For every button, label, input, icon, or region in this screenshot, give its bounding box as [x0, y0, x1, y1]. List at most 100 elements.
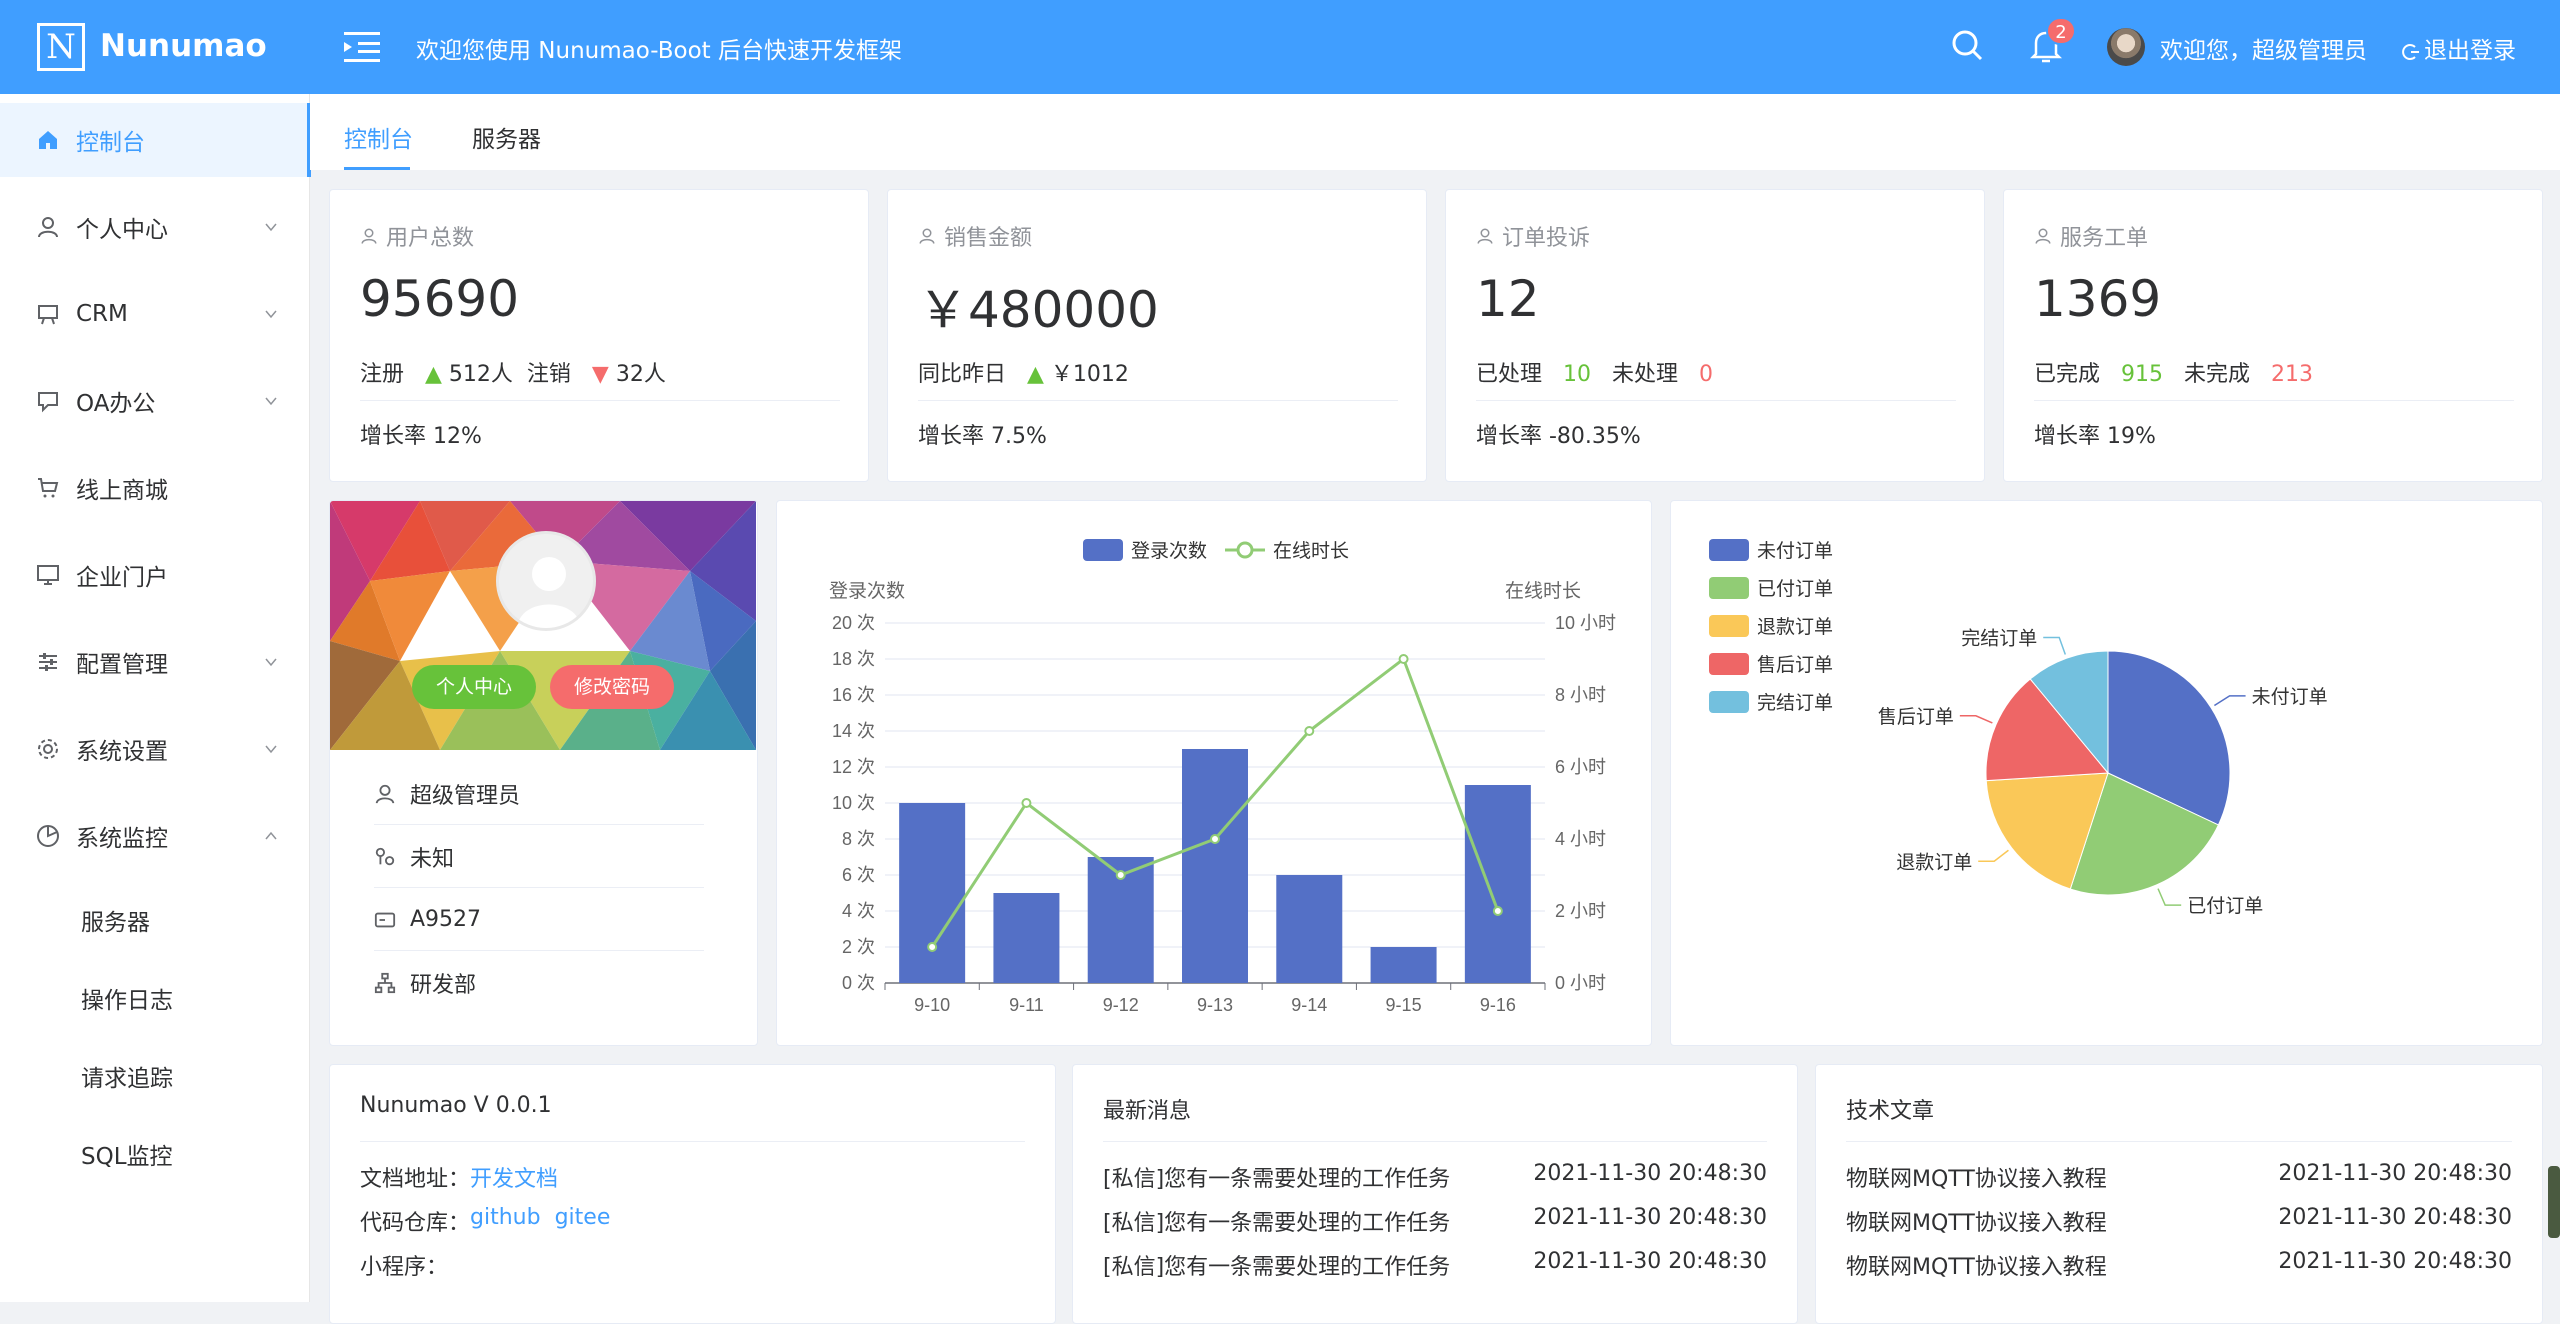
legend-line-marker — [1236, 541, 1254, 559]
gitee-link[interactable]: gitee — [555, 1205, 611, 1237]
tab-active-indicator — [344, 167, 410, 170]
line-point-9-15 — [1398, 654, 1409, 664]
tab-server[interactable]: 服务器 — [472, 120, 541, 154]
stat-rate: 增长率 12% — [360, 424, 482, 449]
stat-detail: 已完成 915 未完成 213 — [2034, 356, 2313, 388]
legend-bar-swatch — [1083, 539, 1123, 561]
article-row[interactable]: 物联网MQTT协议接入教程 2021-11-30 20:48:30 — [1846, 1161, 2512, 1193]
stat-a-value: 512人 — [448, 362, 513, 387]
repo-label: 代码仓库： — [360, 1211, 471, 1236]
gear-icon — [38, 739, 58, 759]
sidebar-item-dashboard[interactable]: 控制台 — [0, 103, 311, 177]
line-point-9-10 — [927, 942, 938, 952]
sidebar-item-config[interactable]: 配置管理 — [0, 625, 310, 699]
org-chart-icon — [374, 972, 396, 994]
change-password-button[interactable]: 修改密码 — [550, 665, 674, 709]
stat-label: 订单投诉 — [1476, 220, 1590, 252]
top-header: N Nunumao 欢迎您使用 Nunumao-Boot 后台快速开发框架 2 … — [0, 0, 2560, 94]
article-row[interactable]: 物联网MQTT协议接入教程 2021-11-30 20:48:30 — [1846, 1249, 2512, 1281]
leader-line — [2213, 695, 2246, 707]
home-icon — [39, 131, 57, 149]
logout-button[interactable]: 退出登录 — [2402, 31, 2516, 65]
profile-center-button[interactable]: 个人中心 — [412, 665, 536, 709]
legend-line-label: 在线时长 — [1273, 540, 1349, 562]
article-row[interactable]: 物联网MQTT协议接入教程 2021-11-30 20:48:30 — [1846, 1205, 2512, 1237]
stat-rate: 增长率 19% — [2034, 424, 2156, 449]
sidebar-item-portal[interactable]: 企业门户 — [0, 538, 310, 612]
y2-tick-label: 4 小时 — [1555, 829, 1606, 849]
sidebar-subitem-oplog[interactable]: 操作日志 — [0, 963, 310, 1033]
profile-avatar[interactable] — [496, 531, 596, 631]
stat-card-workorders: 服务工单 1369 已完成 915 未完成 213 增长率 19% — [2003, 189, 2543, 482]
chevron-down-icon — [265, 310, 277, 319]
menu-toggle-icon[interactable] — [344, 30, 386, 64]
legend-label-售后订单: 售后订单 — [1757, 654, 1833, 676]
articles-card: 技术文章 物联网MQTT协议接入教程 2021-11-30 20:48:30 物联… — [1815, 1064, 2543, 1324]
line-point-9-16 — [1492, 906, 1503, 916]
news-row[interactable]: [私信]您有一条需要处理的工作任务 2021-11-30 20:48:30 — [1103, 1205, 1767, 1237]
stat-a-label: 已处理 — [1476, 362, 1543, 387]
sidebar-item-settings[interactable]: 系统设置 — [0, 712, 310, 786]
y-tick-label: 4 次 — [842, 901, 875, 921]
stat-rate: 增长率 7.5% — [918, 424, 1047, 449]
legend-bar-label: 登录次数 — [1131, 540, 1207, 562]
divider — [360, 1141, 1025, 1142]
y2-axis-label: 在线时长 — [1505, 580, 1581, 602]
y-tick-label: 18 次 — [832, 649, 875, 669]
user-welcome[interactable]: 欢迎您，超级管理员 — [2160, 31, 2367, 65]
tab-dashboard[interactable]: 控制台 — [344, 120, 413, 154]
stat-label-text: 销售金额 — [944, 226, 1033, 251]
news-row[interactable]: [私信]您有一条需要处理的工作任务 2021-11-30 20:48:30 — [1103, 1249, 1767, 1281]
sidebar-subitem-sql[interactable]: SQL监控 — [0, 1119, 310, 1189]
board-icon — [38, 305, 58, 325]
y-tick-label: 6 次 — [842, 865, 875, 885]
pie-icon — [37, 825, 59, 847]
stat-b-label: 未处理 — [1611, 362, 1678, 387]
chevron-down-icon — [265, 745, 277, 754]
stat-detail: 已处理 10 未处理 0 — [1476, 356, 1713, 388]
stat-value: ￥480000 — [918, 281, 1159, 339]
scrollbar-handle[interactable] — [2548, 1166, 2560, 1238]
y-tick-label: 14 次 — [832, 721, 875, 741]
bar-9-14 — [1276, 875, 1343, 983]
search-icon[interactable] — [1950, 28, 1984, 62]
bar-9-16 — [1464, 785, 1531, 983]
bar-9-10 — [899, 803, 966, 983]
stat-a-label: 同比昨日 — [918, 362, 1007, 387]
logo-letter: N — [46, 27, 76, 67]
sidebar-item-profile[interactable]: 个人中心 — [0, 190, 310, 264]
tab-bar: 控制台 服务器 — [310, 94, 2560, 170]
y2-tick-label: 10 小时 — [1555, 613, 1616, 633]
sidebar-item-label: 配置管理 — [76, 652, 168, 678]
legend-swatch-未付订单 — [1709, 539, 1749, 561]
cart-icon — [38, 478, 59, 498]
sidebar-item-label: 个人中心 — [76, 217, 168, 243]
bar-9-11 — [993, 893, 1060, 983]
x-tick-label: 9-13 — [1197, 995, 1233, 1015]
news-time: 2021-11-30 20:48:30 — [1533, 1205, 1767, 1230]
avatar[interactable] — [2107, 28, 2145, 66]
y-tick-label: 2 次 — [842, 937, 875, 957]
leader-line — [1978, 849, 2009, 863]
profile-name: 超级管理员 — [410, 783, 521, 809]
sidebar-item-mall[interactable]: 线上商城 — [0, 451, 310, 525]
profile-code: A9527 — [410, 907, 482, 932]
x-tick-label: 9-12 — [1103, 995, 1139, 1015]
sidebar-subitem-server[interactable]: 服务器 — [0, 885, 310, 955]
github-link[interactable]: github — [470, 1205, 541, 1237]
sidebar-subitem-label: SQL监控 — [81, 1144, 173, 1170]
sidebar-item-oa[interactable]: OA办公 — [0, 364, 310, 438]
sidebar-subitem-trace[interactable]: 请求追踪 — [0, 1041, 310, 1111]
stat-a-label: 注册 — [360, 362, 405, 387]
news-row[interactable]: [私信]您有一条需要处理的工作任务 2021-11-30 20:48:30 — [1103, 1161, 1767, 1193]
doc-link[interactable]: 开发文档 — [470, 1161, 558, 1193]
stat-card-complaints: 订单投诉 12 已处理 10 未处理 0 增长率 -80.35% — [1445, 189, 1985, 482]
slice-label-退款订单: 退款订单 — [1896, 851, 1972, 873]
sidebar-item-monitor[interactable]: 系统监控 — [0, 799, 310, 873]
profile-name-row: 超级管理员 — [374, 763, 704, 825]
power-icon — [2402, 43, 2419, 60]
articles-title: 技术文章 — [1846, 1099, 1935, 1124]
user-icon — [375, 784, 395, 803]
sidebar-item-crm[interactable]: CRM — [0, 277, 310, 351]
stat-label: 服务工单 — [2034, 220, 2148, 252]
